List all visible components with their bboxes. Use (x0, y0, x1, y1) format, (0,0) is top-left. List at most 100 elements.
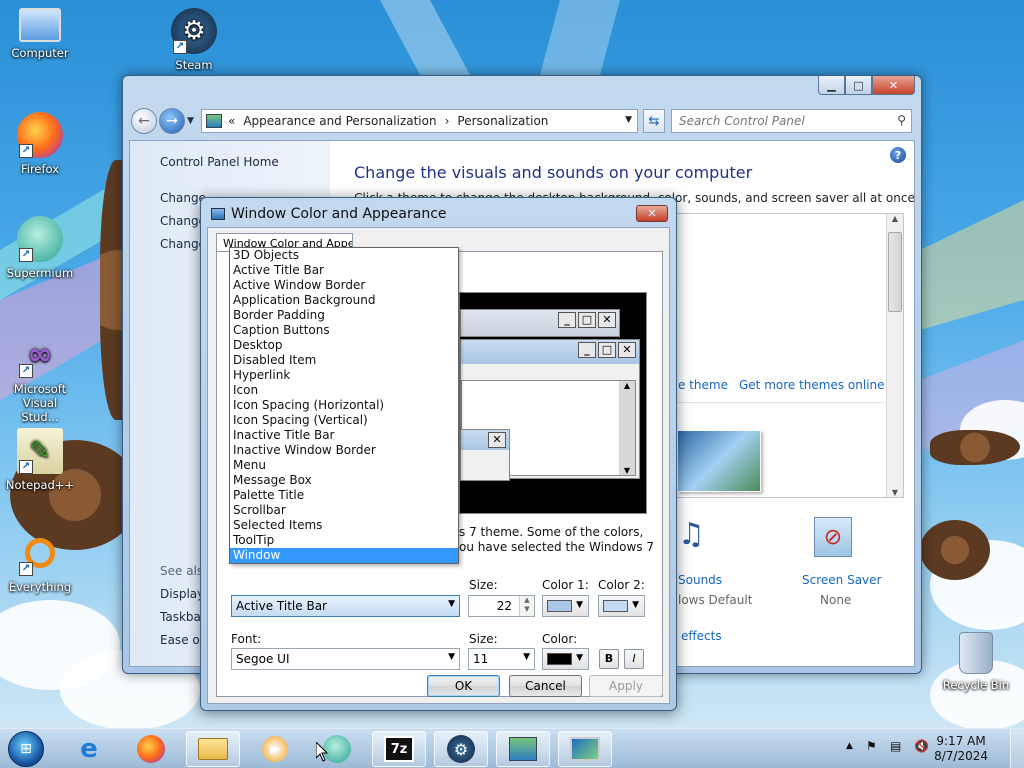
control-panel-taskbar-icon[interactable] (496, 731, 550, 767)
control-panel-home-link[interactable]: Control Panel Home (160, 155, 279, 169)
color2-label: Color 2: (598, 578, 645, 592)
dropdown-option[interactable]: Desktop (230, 338, 458, 353)
item-select[interactable]: Active Title Bar ▼ (231, 595, 460, 617)
search-icon[interactable]: ⚲ (897, 113, 906, 127)
bold-button[interactable]: B (599, 649, 619, 669)
sounds-icon[interactable]: ♫ (678, 517, 705, 552)
action-center-icon[interactable]: ⚑ (866, 739, 877, 753)
item-dropdown-list[interactable]: 3D Objects Active Title Bar Active Window … (229, 247, 459, 564)
font-select[interactable]: Segoe UI ▼ (231, 648, 460, 670)
item-size-spinner[interactable]: 22 ▲ ▼ (468, 595, 535, 617)
dropdown-option[interactable]: Active Window Border (230, 278, 458, 293)
file-explorer-icon[interactable] (186, 731, 240, 767)
dropdown-option[interactable]: Border Padding (230, 308, 458, 323)
network-icon[interactable]: ▤ (890, 739, 901, 753)
dropdown-option[interactable]: Inactive Window Border (230, 443, 458, 458)
address-overflow[interactable]: « (228, 114, 235, 128)
recent-pages-dropdown-icon[interactable]: ▼ (187, 116, 194, 126)
desktop-icon-label: Computer (11, 46, 69, 60)
dropdown-option[interactable]: Icon Spacing (Vertical) (230, 413, 458, 428)
minimize-button[interactable]: ▁ (818, 76, 845, 95)
ok-button[interactable]: OK (427, 675, 500, 697)
color2-picker[interactable]: ▼ (598, 595, 645, 617)
maximize-button[interactable]: □ (845, 76, 872, 95)
7zip-icon[interactable]: 7z (372, 731, 426, 767)
color2-swatch (603, 600, 628, 612)
dropdown-option[interactable]: Message Box (230, 473, 458, 488)
personalization-taskbar-icon[interactable] (558, 731, 612, 767)
start-button[interactable]: ⊞ (8, 731, 44, 767)
screen-saver-link[interactable]: Screen Saver (802, 573, 881, 587)
close-button[interactable]: ✕ (872, 76, 915, 95)
see-also-taskbar[interactable]: Taskbar (160, 610, 206, 624)
dropdown-option[interactable]: Menu (230, 458, 458, 473)
dropdown-option[interactable]: ToolTip (230, 533, 458, 548)
desktop-icon-visual-studio[interactable]: ∞ ↗ Microsoft Visual Stud... (4, 332, 76, 425)
theme-thumbnail[interactable] (677, 430, 761, 492)
forward-button[interactable]: → (159, 108, 185, 134)
screen-saver-icon[interactable]: ⊘ (814, 517, 852, 557)
dropdown-option[interactable]: Active Title Bar (230, 263, 458, 278)
dropdown-option[interactable]: Hyperlink (230, 368, 458, 383)
volume-muted-icon[interactable]: 🔇 (914, 739, 929, 753)
show-desktop-button[interactable] (1010, 729, 1024, 768)
dropdown-option[interactable]: Selected Items (230, 518, 458, 533)
theme-list-scrollbar[interactable]: ▲ ▼ (886, 214, 903, 497)
font-size-value: 11 (473, 652, 489, 666)
dropdown-option[interactable]: Icon (230, 383, 458, 398)
dropdown-option[interactable]: Window (230, 548, 458, 563)
font-size-select[interactable]: 11 ▼ (468, 648, 535, 670)
see-also-display[interactable]: Display (160, 587, 204, 601)
spinner-arrows[interactable]: ▲ ▼ (519, 596, 534, 616)
dropdown-option[interactable]: Application Background (230, 293, 458, 308)
help-icon[interactable]: ? (890, 147, 906, 163)
back-button[interactable]: ← (131, 108, 157, 134)
address-bar[interactable]: « Appearance and Personalization › Perso… (201, 109, 638, 133)
get-more-themes-link[interactable]: Get more themes online (739, 378, 885, 392)
font-color-picker[interactable]: ▼ (542, 648, 589, 670)
shortcut-arrow-icon: ↗ (173, 40, 187, 54)
media-player-icon[interactable]: ▶ (248, 731, 302, 767)
effects-link[interactable]: effects (681, 629, 722, 643)
desktop-icon-everything[interactable]: ↗ Everything (4, 530, 76, 594)
font-color-label: Color: (542, 632, 578, 646)
dropdown-option[interactable]: Icon Spacing (Horizontal) (230, 398, 458, 413)
desktop-icon-computer[interactable]: Computer (4, 8, 76, 60)
address-dropdown-icon[interactable]: ▼ (625, 115, 632, 125)
breadcrumb-separator[interactable]: › (445, 114, 450, 128)
dropdown-option[interactable]: Scrollbar (230, 503, 458, 518)
italic-button[interactable]: I (624, 649, 644, 669)
breadcrumb-personalization[interactable]: Personalization (457, 114, 548, 128)
firefox-taskbar-icon[interactable] (124, 731, 178, 767)
cancel-button[interactable]: Cancel (509, 675, 582, 697)
recycle-bin-icon (959, 632, 993, 674)
caption-buttons: ▁ □ ✕ (818, 76, 915, 95)
desktop-icon-firefox[interactable]: ↗ Firefox (4, 112, 76, 176)
breadcrumb-appearance[interactable]: Appearance and Personalization (243, 114, 436, 128)
apply-button[interactable]: Apply (589, 675, 663, 697)
dropdown-option[interactable]: Palette Title (230, 488, 458, 503)
visual-studio-icon: ∞ ↗ (17, 332, 63, 378)
scrollbar-thumb[interactable] (888, 232, 902, 312)
steam-icon: ⚙ ↗ (171, 8, 217, 54)
dropdown-option[interactable]: Inactive Title Bar (230, 428, 458, 443)
internet-explorer-icon[interactable]: e (62, 731, 116, 767)
desktop-icon-supermium[interactable]: ↗ Supermium (4, 216, 76, 280)
desktop-icon-notepad-plus[interactable]: ✎ ↗ Notepad++ (4, 428, 76, 492)
desktop-icon-steam[interactable]: ⚙ ↗ Steam (158, 8, 230, 72)
refresh-button[interactable]: ⇆ (643, 109, 665, 133)
sounds-link[interactable]: Sounds (678, 573, 722, 587)
dropdown-option[interactable]: 3D Objects (230, 248, 458, 263)
see-also-ease[interactable]: Ease of (160, 633, 204, 647)
clock[interactable]: 9:17 AM 8/7/2024 (934, 734, 988, 764)
save-theme-link[interactable]: e theme (678, 378, 728, 392)
desktop-icon-recycle-bin[interactable]: Recycle Bin (940, 632, 1012, 692)
chevron-down-icon: ▼ (448, 652, 455, 662)
search-input[interactable]: Search Control Panel ⚲ (671, 109, 912, 133)
dialog-close-button[interactable]: ✕ (636, 205, 668, 222)
steam-taskbar-icon[interactable]: ⚙ (434, 731, 488, 767)
dropdown-option[interactable]: Caption Buttons (230, 323, 458, 338)
color1-picker[interactable]: ▼ (542, 595, 589, 617)
dropdown-option[interactable]: Disabled Item (230, 353, 458, 368)
show-hidden-icons-icon[interactable]: ▲ (846, 741, 853, 751)
